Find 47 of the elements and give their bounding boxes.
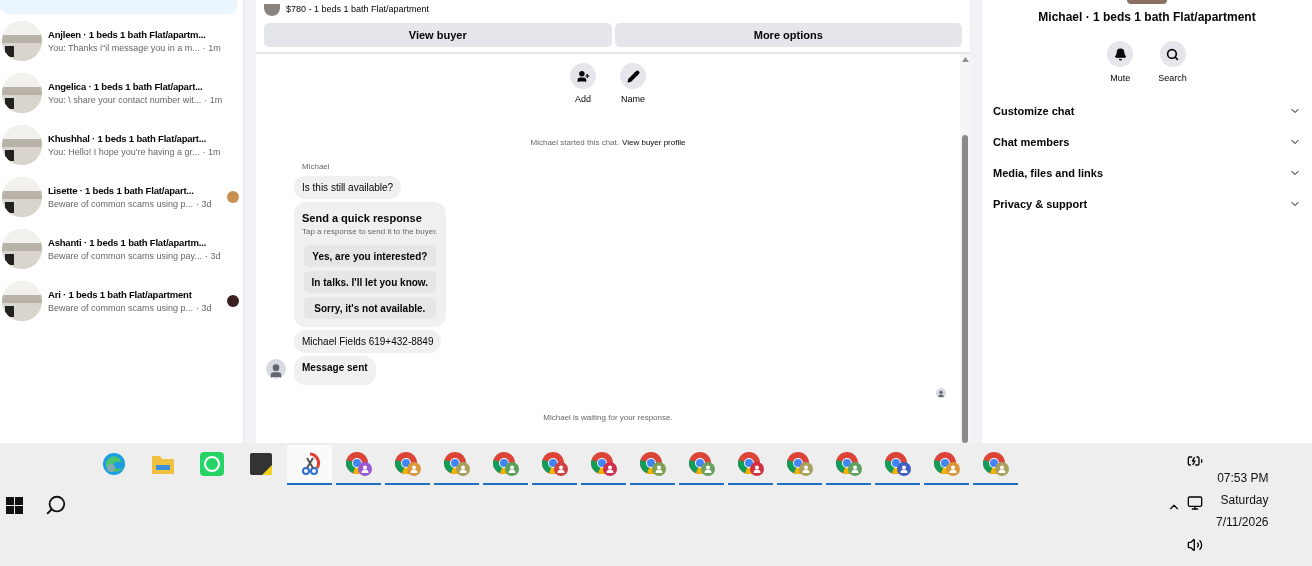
listing-action-button[interactable]: More options — [614, 23, 962, 47]
clock-date[interactable]: 7/11/2026 — [1216, 513, 1269, 531]
listing-title: $780 - 1 beds 1 bath Flat/apartment — [286, 3, 430, 17]
conversation-item[interactable]: Ashanti · 1 beds 1 bath Flat/apartm... Beware of common scams using pay... · 3d — [0, 223, 243, 274]
details-section-header[interactable]: Privacy & support — [993, 188, 1301, 220]
message-bubble: Is this still available? — [294, 175, 402, 199]
clock-time[interactable]: 07:53 PM — [1217, 469, 1269, 487]
details-section-header[interactable]: Chat members — [993, 126, 1301, 158]
conversation-title: Anjleen · 1 beds 1 bath Flat/apartm... — [48, 27, 206, 42]
message-time: · 3d — [196, 197, 212, 211]
details-section-header[interactable]: Customize chat — [993, 95, 1301, 127]
conversation-item[interactable]: Anjleen · 1 beds 1 bath Flat/apartm... You: Thanks i"il message you in a m... · 1m — [0, 15, 243, 66]
conversation-title: Ashanti · 1 beds 1 bath Flat/apartm... — [48, 235, 207, 250]
chat-start-notice: Michael started this chat. — [530, 136, 619, 149]
quick-response-option[interactable]: Sorry, it's not available. — [304, 297, 436, 319]
quick-response-hint: Tap a response to send it to the buyer. — [302, 226, 438, 238]
message-time: · 3d — [204, 249, 221, 263]
message-time: · 1m — [202, 145, 221, 159]
message-preview: You: Thanks i"il message you in a m... — [48, 41, 200, 55]
message-preview: You: Hello! I hope you're having a gr... — [48, 145, 200, 159]
waiting-notice: Michael is waiting for your response. — [542, 412, 674, 424]
quick-response-option[interactable]: In talks. I'll let you know. — [304, 271, 436, 293]
details-title: Michael · 1 beds 1 bath Flat/apartment — [1037, 9, 1257, 26]
clock-day[interactable]: Saturday — [1220, 491, 1269, 509]
conversation-item[interactable]: Khushhal · 1 beds 1 bath Flat/apart... You: Hello! I hope you're having a gr... · 1m — [0, 119, 243, 170]
message-preview: Beware of common scams using pay... — [48, 249, 202, 263]
conversation-title: Ari · 1 beds 1 bath Flat/apartment — [48, 287, 192, 302]
sender-name: Michael — [301, 160, 330, 173]
conversation-item[interactable]: Ari · 1 beds 1 bath Flat/apartment Beware of common scams using p... · 3d — [0, 275, 243, 326]
message-time: · 1m — [204, 93, 223, 107]
details-section-header[interactable]: Media, files and links — [993, 157, 1301, 189]
quick-response-option[interactable]: Yes, are you interested? — [304, 245, 436, 267]
message-preview: Beware of common scams using p... — [48, 301, 194, 315]
message-preview: You: \ share your contact number wit... — [48, 93, 202, 107]
message-bubble: Michael Fields 619+432-8849 — [294, 330, 442, 353]
conversation-item[interactable]: Lisette · 1 beds 1 bath Flat/apart... Beware of common scams using p... · 3d — [0, 171, 243, 222]
conversation-title: Lisette · 1 beds 1 bath Flat/apart... — [48, 183, 194, 198]
quick-response-title: Send a quick response — [302, 210, 423, 226]
conversation-item[interactable]: Angelica · 1 beds 1 bath Flat/apart... You: \ share your contact number wit... · 1m — [0, 67, 243, 118]
view-buyer-profile-link[interactable]: View buyer profile — [622, 136, 686, 149]
listing-action-button[interactable]: View buyer — [264, 23, 612, 47]
message-time: · 1m — [202, 41, 221, 55]
conversation-title: Khushhal · 1 beds 1 bath Flat/apart... — [48, 131, 207, 146]
message-bubble: Message sent — [294, 356, 376, 385]
conversation-title: Angelica · 1 beds 1 bath Flat/apart... — [48, 79, 203, 94]
message-preview: Beware of common scams using p... — [48, 197, 194, 211]
message-time: · 3d — [196, 301, 212, 315]
